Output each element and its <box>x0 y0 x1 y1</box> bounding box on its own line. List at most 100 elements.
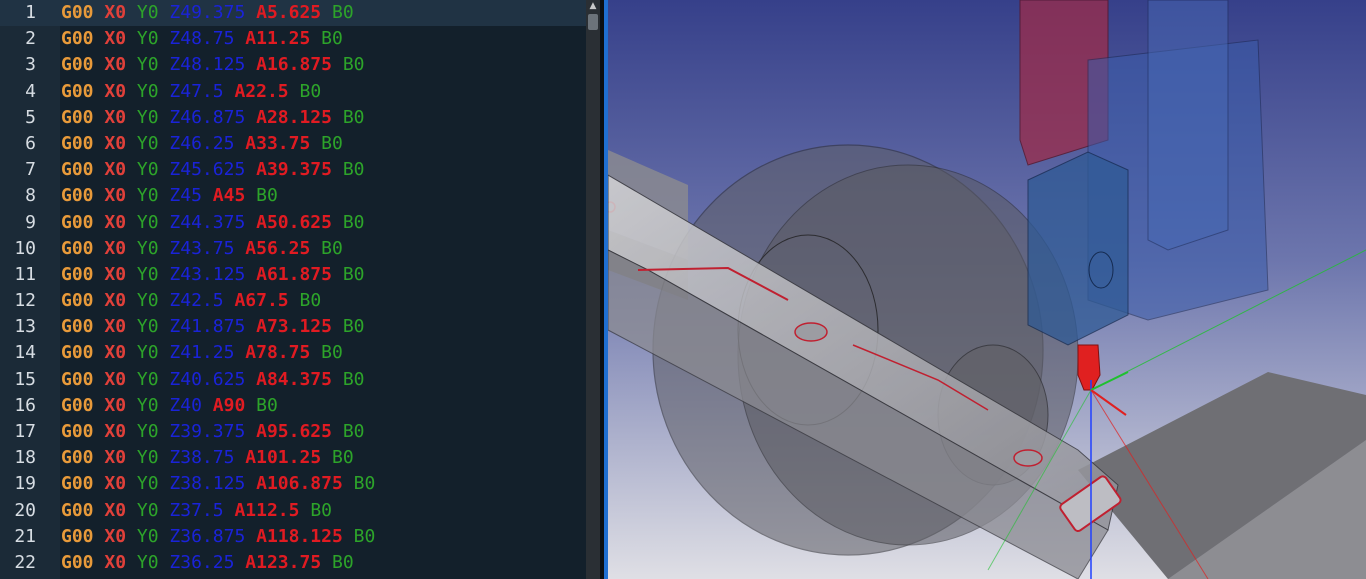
gcode-text[interactable]: G00 X0 Y0 Z49.375 A5.625 B0 <box>61 0 354 26</box>
gcode-word-b: B0 <box>353 525 376 547</box>
gcode-word-b: B0 <box>353 473 376 495</box>
gcode-word-x: X0 <box>104 290 127 312</box>
3d-viewport[interactable] <box>608 0 1366 579</box>
gcode-line[interactable]: 16 G00 X0 Y0 Z40 A90 B0 <box>0 393 586 419</box>
line-number: 11 <box>14 263 36 285</box>
gcode-text[interactable]: G00 X0 Y0 Z40 A90 B0 <box>61 393 278 419</box>
gcode-text[interactable]: G00 X0 Y0 Z44.375 A50.625 B0 <box>61 210 365 236</box>
gcode-line[interactable]: 7 G00 X0 Y0 Z45.625 A39.375 B0 <box>0 157 586 183</box>
gcode-line[interactable]: 17 G00 X0 Y0 Z39.375 A95.625 B0 <box>0 419 586 445</box>
gcode-word-a: A50.625 <box>256 211 332 233</box>
gcode-word-a: A118.125 <box>256 525 343 547</box>
gcode-word-g: G00 <box>61 525 94 547</box>
gcode-text[interactable]: G00 X0 Y0 Z46.25 A33.75 B0 <box>61 131 343 157</box>
gcode-word-x: X0 <box>104 106 127 128</box>
gcode-text[interactable]: G00 X0 Y0 Z39.375 A95.625 B0 <box>61 419 365 445</box>
gcode-text[interactable]: G00 X0 Y0 Z41.25 A78.75 B0 <box>61 340 343 366</box>
gcode-word-z: Z37.5 <box>169 499 224 521</box>
scrollbar-thumb[interactable] <box>588 14 598 30</box>
gcode-word-x: X0 <box>104 525 127 547</box>
gcode-text[interactable]: G00 X0 Y0 Z36.25 A123.75 B0 <box>61 550 354 576</box>
gcode-line[interactable]: 6 G00 X0 Y0 Z46.25 A33.75 B0 <box>0 131 586 157</box>
gcode-editor[interactable]: 1 G00 X0 Y0 Z49.375 A5.625 B0 2 G00 X0 Y0 Z… <box>0 0 586 579</box>
gcode-word-a: A33.75 <box>245 132 311 154</box>
gcode-word-g: G00 <box>61 54 94 76</box>
gcode-text[interactable]: G00 X0 Y0 Z42.5 A67.5 B0 <box>61 288 321 314</box>
gcode-word-x: X0 <box>104 473 127 495</box>
gcode-word-b: B0 <box>342 368 365 390</box>
gcode-line[interactable]: 8 G00 X0 Y0 Z45 A45 B0 <box>0 183 586 209</box>
gcode-line[interactable]: 21 G00 X0 Y0 Z36.875 A118.125 B0 <box>0 524 586 550</box>
gcode-line[interactable]: 4 G00 X0 Y0 Z47.5 A22.5 B0 <box>0 79 586 105</box>
gcode-word-b: B0 <box>342 211 365 233</box>
gcode-text[interactable]: G00 X0 Y0 Z48.75 A11.25 B0 <box>61 26 343 52</box>
line-number: 2 <box>25 28 36 50</box>
gcode-word-y: Y0 <box>136 54 159 76</box>
line-number: 6 <box>25 132 36 154</box>
gcode-word-a: A56.25 <box>245 237 311 259</box>
gcode-word-z: Z46.875 <box>169 106 246 128</box>
gcode-word-g: G00 <box>61 80 94 102</box>
gcode-word-x: X0 <box>104 54 127 76</box>
gcode-line[interactable]: 2 G00 X0 Y0 Z48.75 A11.25 B0 <box>0 26 586 52</box>
gcode-line[interactable]: 20 G00 X0 Y0 Z37.5 A112.5 B0 <box>0 498 586 524</box>
gcode-text[interactable]: G00 X0 Y0 Z45 A45 B0 <box>61 183 278 209</box>
gcode-word-z: Z46.25 <box>169 132 235 154</box>
gcode-line[interactable]: 19 G00 X0 Y0 Z38.125 A106.875 B0 <box>0 471 586 497</box>
gcode-line[interactable]: 12 G00 X0 Y0 Z42.5 A67.5 B0 <box>0 288 586 314</box>
gcode-text[interactable]: G00 X0 Y0 Z45.625 A39.375 B0 <box>61 157 365 183</box>
gcode-text[interactable]: G00 X0 Y0 Z46.875 A28.125 B0 <box>61 105 365 131</box>
gcode-line[interactable]: 14 G00 X0 Y0 Z41.25 A78.75 B0 <box>0 340 586 366</box>
gcode-word-x: X0 <box>104 394 127 416</box>
gcode-lines[interactable]: 1 G00 X0 Y0 Z49.375 A5.625 B0 2 G00 X0 Y0 Z… <box>0 0 586 576</box>
gcode-word-b: B0 <box>321 28 343 50</box>
gcode-line[interactable]: 11 G00 X0 Y0 Z43.125 A61.875 B0 <box>0 262 586 288</box>
line-number: 5 <box>25 106 36 128</box>
gcode-word-x: X0 <box>104 2 127 23</box>
gcode-line[interactable]: 13 G00 X0 Y0 Z41.875 A73.125 B0 <box>0 314 586 340</box>
gcode-word-x: X0 <box>104 263 127 285</box>
gcode-word-x: X0 <box>104 185 127 207</box>
gcode-line[interactable]: 5 G00 X0 Y0 Z46.875 A28.125 B0 <box>0 105 586 131</box>
machine-scene[interactable] <box>608 0 1366 579</box>
editor-scrollbar[interactable]: ▲ <box>586 0 600 579</box>
gcode-word-z: Z43.75 <box>169 237 235 259</box>
gcode-text[interactable]: G00 X0 Y0 Z38.125 A106.875 B0 <box>61 471 375 497</box>
spindle-column <box>1147 0 1229 251</box>
gcode-word-x: X0 <box>104 342 127 364</box>
scroll-up-arrow-icon[interactable]: ▲ <box>586 0 600 12</box>
gcode-word-a: A90 <box>212 394 246 416</box>
gcode-line[interactable]: 9 G00 X0 Y0 Z44.375 A50.625 B0 <box>0 210 586 236</box>
gcode-line[interactable]: 3 G00 X0 Y0 Z48.125 A16.875 B0 <box>0 52 586 78</box>
gcode-word-y: Y0 <box>136 499 159 521</box>
gcode-word-b: B0 <box>342 421 365 442</box>
line-number: 17 <box>14 421 36 442</box>
gcode-line[interactable]: 18 G00 X0 Y0 Z38.75 A101.25 B0 <box>0 445 586 471</box>
gcode-word-z: Z40.625 <box>169 368 246 390</box>
gcode-word-z: Z49.375 <box>169 2 246 23</box>
gcode-word-g: G00 <box>61 185 94 207</box>
line-number: 7 <box>25 159 36 181</box>
gcode-text[interactable]: G00 X0 Y0 Z36.875 A118.125 B0 <box>61 524 375 550</box>
gcode-line[interactable]: 10 G00 X0 Y0 Z43.75 A56.25 B0 <box>0 236 586 262</box>
line-number: 19 <box>14 473 36 495</box>
gcode-text[interactable]: G00 X0 Y0 Z43.125 A61.875 B0 <box>61 262 365 288</box>
gcode-text[interactable]: G00 X0 Y0 Z47.5 A22.5 B0 <box>61 79 321 105</box>
gcode-line[interactable]: 15 G00 X0 Y0 Z40.625 A84.375 B0 <box>0 367 586 393</box>
gcode-line[interactable]: 1 G00 X0 Y0 Z49.375 A5.625 B0 <box>0 0 586 27</box>
gcode-text[interactable]: G00 X0 Y0 Z48.125 A16.875 B0 <box>61 52 365 78</box>
gcode-word-z: Z41.25 <box>169 342 235 364</box>
gcode-text[interactable]: G00 X0 Y0 Z43.75 A56.25 B0 <box>61 236 343 262</box>
gcode-text[interactable]: G00 X0 Y0 Z40.625 A84.375 B0 <box>61 367 365 393</box>
gcode-text[interactable]: G00 X0 Y0 Z37.5 A112.5 B0 <box>61 498 332 524</box>
gcode-word-z: Z42.5 <box>169 290 224 312</box>
gcode-word-g: G00 <box>61 263 94 285</box>
gcode-text[interactable]: G00 X0 Y0 Z41.875 A73.125 B0 <box>61 314 365 340</box>
gcode-word-g: G00 <box>61 316 94 338</box>
gcode-word-y: Y0 <box>136 237 159 259</box>
gcode-text[interactable]: G00 X0 Y0 Z38.75 A101.25 B0 <box>61 445 354 471</box>
gcode-word-g: G00 <box>61 368 94 390</box>
gcode-line[interactable]: 22 G00 X0 Y0 Z36.25 A123.75 B0 <box>0 550 586 576</box>
gcode-word-a: A78.75 <box>245 342 311 364</box>
gcode-word-b: B0 <box>321 132 343 154</box>
